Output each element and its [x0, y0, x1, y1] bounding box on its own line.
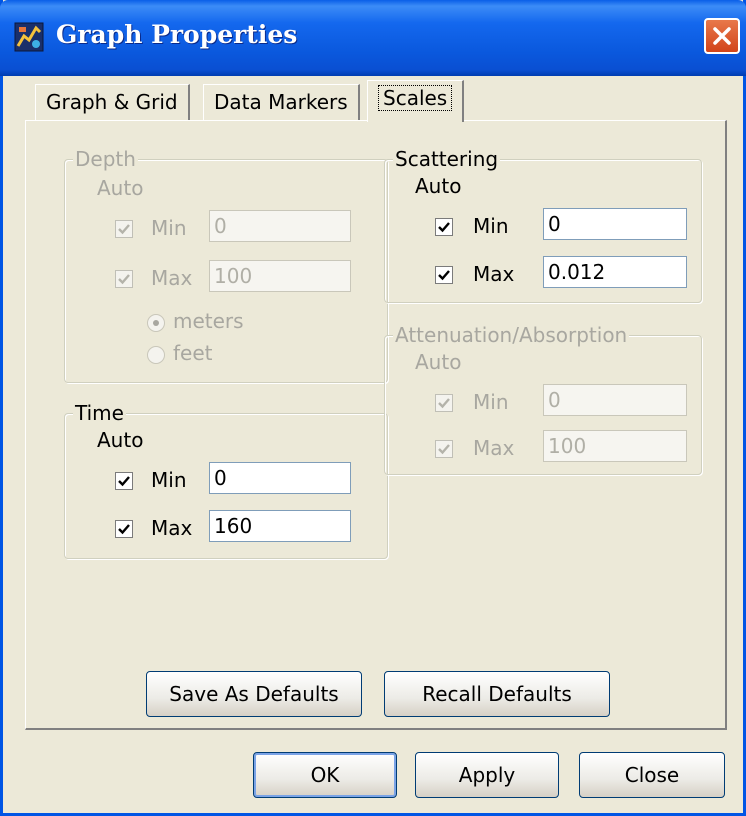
time-group-label: Time: [73, 401, 126, 425]
close-icon: [713, 27, 731, 45]
depth-meters-label: meters: [173, 309, 244, 333]
attenuation-max-checkbox[interactable]: [435, 440, 453, 458]
time-min-checkbox[interactable]: [115, 472, 133, 490]
title-bar[interactable]: Graph Properties: [0, 0, 746, 76]
ok-button[interactable]: OK: [253, 752, 397, 798]
checkmark-icon: [118, 476, 130, 487]
tab-data-markers-label: Data Markers: [214, 90, 348, 114]
depth-max-label: Max: [151, 266, 193, 290]
tab-scales[interactable]: Scales: [367, 80, 465, 122]
checkmark-icon: [118, 274, 130, 285]
scattering-max-input[interactable]: 0.012: [543, 256, 687, 288]
depth-min-input[interactable]: 0: [209, 210, 351, 242]
checkmark-icon: [438, 270, 450, 281]
attenuation-min-checkbox[interactable]: [435, 394, 453, 412]
close-button[interactable]: Close: [579, 752, 725, 798]
depth-max-input[interactable]: 100: [209, 260, 351, 292]
attenuation-min-input[interactable]: 0: [543, 384, 687, 416]
time-max-checkbox[interactable]: [115, 520, 133, 538]
recall-defaults-button[interactable]: Recall Defaults: [384, 671, 610, 717]
radio-selected-dot: [153, 320, 159, 326]
apply-button[interactable]: Apply: [415, 752, 559, 798]
tab-graph-grid[interactable]: Graph & Grid: [35, 84, 190, 120]
tab-data-markers[interactable]: Data Markers: [203, 84, 360, 120]
scattering-group-label: Scattering: [393, 147, 501, 171]
scattering-max-label: Max: [473, 262, 515, 286]
time-max-input[interactable]: 160: [209, 510, 351, 542]
scales-panel: Depth Auto Min 0 Max 100 meters feet Tim…: [25, 120, 727, 730]
depth-group: Depth Auto Min 0 Max 100 meters feet: [64, 147, 388, 383]
depth-meters-radio[interactable]: [147, 314, 165, 332]
attenuation-max-label: Max: [473, 436, 515, 460]
depth-feet-label: feet: [173, 341, 213, 365]
graph-app-icon: [14, 22, 44, 52]
time-min-input[interactable]: 0: [209, 462, 351, 494]
depth-min-checkbox[interactable]: [115, 220, 133, 238]
time-auto-label: Auto: [97, 428, 144, 452]
checkmark-icon: [438, 222, 450, 233]
attenuation-group-label: Attenuation/Absorption: [393, 323, 630, 347]
depth-feet-radio[interactable]: [147, 346, 165, 364]
time-max-label: Max: [151, 516, 193, 540]
scattering-min-checkbox[interactable]: [435, 218, 453, 236]
time-group: Time Auto Min 0 Max 160: [64, 401, 388, 559]
scattering-min-label: Min: [473, 214, 509, 238]
scattering-max-checkbox[interactable]: [435, 266, 453, 284]
tab-scales-label: Scales: [378, 85, 453, 111]
graph-properties-window: Graph Properties Graph & Grid Data Marke…: [0, 0, 746, 816]
attenuation-auto-label: Auto: [415, 350, 462, 374]
depth-auto-label: Auto: [97, 176, 144, 200]
close-window-button[interactable]: [704, 18, 740, 54]
attenuation-min-label: Min: [473, 390, 509, 414]
attenuation-max-input[interactable]: 100: [543, 430, 687, 462]
checkmark-icon: [438, 444, 450, 455]
scattering-group: Scattering Auto Min 0 Max 0.012: [384, 147, 702, 303]
attenuation-group: Attenuation/Absorption Auto Min 0 Max 10…: [384, 323, 702, 475]
time-min-label: Min: [151, 468, 187, 492]
checkmark-icon: [118, 524, 130, 535]
scattering-auto-label: Auto: [415, 174, 462, 198]
depth-min-label: Min: [151, 216, 187, 240]
depth-group-label: Depth: [73, 147, 138, 171]
scattering-min-input[interactable]: 0: [543, 208, 687, 240]
window-title: Graph Properties: [56, 20, 298, 49]
checkmark-icon: [438, 398, 450, 409]
tab-graph-grid-label: Graph & Grid: [46, 90, 178, 114]
depth-max-checkbox[interactable]: [115, 270, 133, 288]
checkmark-icon: [118, 224, 130, 235]
save-as-defaults-button[interactable]: Save As Defaults: [146, 671, 362, 717]
